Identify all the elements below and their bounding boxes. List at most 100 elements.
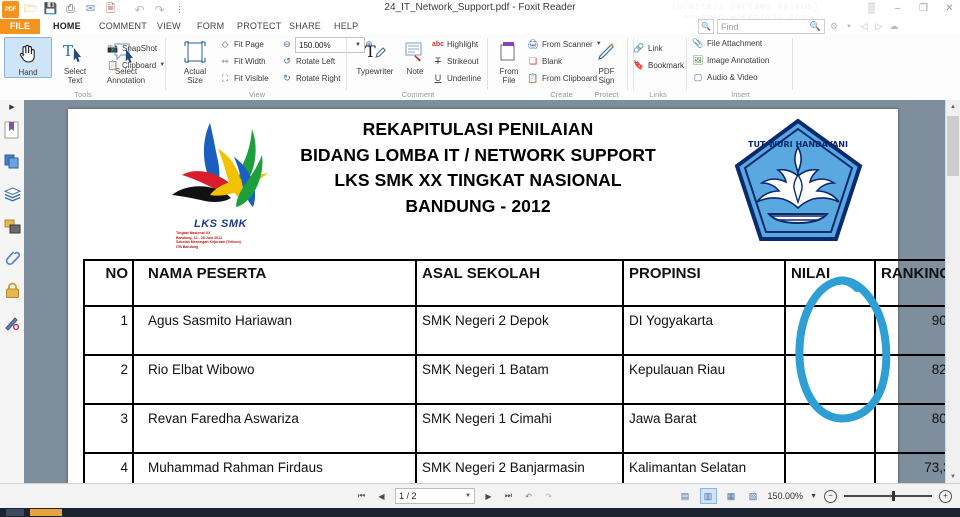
- note-button[interactable]: Note: [398, 37, 432, 76]
- find-next-icon[interactable]: ▷: [873, 20, 885, 33]
- zoom-slider[interactable]: [844, 491, 932, 501]
- highlight-button[interactable]: abc Highlight: [432, 38, 478, 50]
- typewriter-button[interactable]: T Typewriter: [350, 37, 400, 76]
- from-clipboard-icon: 📋: [527, 72, 539, 83]
- pdf-sign-button[interactable]: PDF Sign: [585, 37, 628, 85]
- cell-asal: SMK Negeri 2 Depok: [415, 305, 624, 356]
- os-taskbar: [0, 508, 960, 517]
- cell-nilai: [784, 354, 876, 405]
- document-title: REKAPITULASI PENILAIAN BIDANG LOMBA IT /…: [253, 117, 703, 219]
- cell-nilai: [784, 452, 876, 484]
- fit-page-label: Fit Page: [234, 39, 264, 49]
- hand-icon: [5, 38, 51, 68]
- tab-comment[interactable]: COMMENT: [90, 19, 156, 34]
- fit-visible-button[interactable]: ⛶ Fit Visible: [219, 72, 269, 84]
- find-previous-icon[interactable]: ◁: [858, 20, 870, 33]
- file-attachment-button[interactable]: 📎 File Attachment: [692, 37, 762, 49]
- link-button[interactable]: 🔗 Link: [633, 42, 662, 54]
- snapshot-button[interactable]: 📷 SnapShot: [107, 42, 157, 54]
- cell-no: 3: [83, 403, 134, 454]
- sidebar-item-digital-signature[interactable]: [0, 306, 24, 338]
- select-text-button[interactable]: T Select Text: [52, 37, 98, 85]
- tab-form[interactable]: FORM: [188, 19, 233, 34]
- maximize-icon[interactable]: ❐: [917, 2, 930, 15]
- rekapitulasi-table: NO NAMA PESERTA ASAL SEKOLAH PROPINSI NI…: [83, 259, 946, 484]
- vertical-scroll-thumb[interactable]: [947, 116, 959, 176]
- rotate-right-button[interactable]: ↻ Rotate Right: [281, 72, 340, 84]
- taskbar-foxit-item[interactable]: [30, 509, 62, 516]
- select-text-label-2: Text: [67, 76, 83, 85]
- cell-nama: Agus Sasmito Hariawan: [132, 305, 417, 356]
- vertical-scrollbar[interactable]: ▲ ▼: [945, 100, 960, 484]
- gear-icon[interactable]: ⚙: [828, 20, 840, 33]
- sidebar-item-page-thumbnails[interactable]: [0, 146, 24, 178]
- previous-view-icon[interactable]: ↶: [522, 490, 535, 503]
- sidebar-expand-arrow[interactable]: ▶: [0, 100, 24, 114]
- zoom-out-button[interactable]: −: [824, 489, 837, 503]
- sidebar-item-layers[interactable]: [0, 178, 24, 210]
- scroll-down-arrow-icon[interactable]: ▼: [946, 470, 960, 484]
- sidebar-item-bookmarks[interactable]: [0, 114, 24, 146]
- minimize-icon[interactable]: –: [891, 2, 904, 15]
- from-file-button[interactable]: From File: [492, 37, 526, 85]
- page-thumbnails-icon: [4, 154, 19, 169]
- audio-video-button[interactable]: ▢ Audio & Video: [692, 71, 758, 83]
- zoom-in-button[interactable]: +: [939, 489, 952, 503]
- title-bar: PDF 🗁 💾 ⎙ ✉ 🗎 ↶ ↷ ⋮ 24_IT_Network_Suppor…: [0, 0, 960, 23]
- first-page-icon[interactable]: ⏮: [355, 490, 368, 503]
- bookmark-button[interactable]: 🔖 Bookmark: [633, 59, 684, 71]
- next-view-icon[interactable]: ↷: [542, 490, 555, 503]
- fit-page-button[interactable]: ◇ Fit Page: [219, 38, 264, 50]
- tab-file[interactable]: FILE: [0, 19, 40, 34]
- continuous-facing-mode-icon[interactable]: ▧: [746, 489, 761, 503]
- tab-help[interactable]: HELP: [325, 19, 367, 34]
- cell-nilai: [784, 305, 876, 356]
- chevron-down-icon[interactable]: ▼: [843, 20, 855, 33]
- rotate-left-button[interactable]: ↺ Rotate Left: [281, 55, 335, 67]
- status-bar: ⏮ ◀ 1 / 2 ▼ ▶ ⏭ ↶ ↷ ▤ ▥ ▦ ▧ 150.00% ▼ − …: [0, 483, 960, 508]
- zoom-dropdown-icon[interactable]: ▼: [810, 493, 817, 500]
- image-annotation-button[interactable]: 🖼 Image Annotation: [692, 54, 769, 66]
- sidebar-item-comments[interactable]: [0, 210, 24, 242]
- zoom-slider-knob[interactable]: [892, 491, 895, 501]
- page-dropdown-icon[interactable]: ▼: [465, 493, 471, 499]
- cloud-icon[interactable]: ☁: [888, 20, 900, 33]
- table-row: 3 Revan Faredha Aswariza SMK Negeri 1 Ci…: [83, 403, 946, 454]
- continuous-scroll-mode-icon[interactable]: ▥: [699, 488, 717, 504]
- typewriter-label: Typewriter: [356, 67, 394, 76]
- zoom-out-button[interactable]: ⊖: [281, 38, 293, 50]
- taskbar-start-button[interactable]: [6, 509, 24, 516]
- tab-view[interactable]: VIEW: [148, 19, 190, 34]
- table-row: 1 Agus Sasmito Hariawan SMK Negeri 2 Dep…: [83, 305, 946, 356]
- actual-size-icon: [172, 37, 218, 67]
- fit-width-button[interactable]: ⇿ Fit Width: [219, 55, 265, 67]
- clipboard-button[interactable]: 📋 Clipboard ▼: [107, 59, 165, 71]
- hand-tool-button[interactable]: Hand: [4, 37, 52, 78]
- strikeout-button[interactable]: T Strikeout: [432, 55, 478, 67]
- actual-size-button[interactable]: Actual Size: [172, 37, 218, 85]
- next-page-icon[interactable]: ▶: [482, 490, 495, 503]
- sidebar-item-attachments[interactable]: [0, 242, 24, 274]
- scroll-up-arrow-icon[interactable]: ▲: [946, 100, 960, 114]
- search-input[interactable]: Find 🔍: [717, 19, 825, 34]
- tab-home[interactable]: HOME: [44, 19, 90, 34]
- previous-page-icon[interactable]: ◀: [375, 490, 388, 503]
- select-search-icon[interactable]: 🔍: [698, 19, 714, 34]
- rotate-left-icon: ↺: [283, 55, 291, 66]
- underline-button[interactable]: U Underline: [432, 72, 482, 84]
- blank-button[interactable]: ❏ Blank: [527, 55, 562, 67]
- rotate-right-icon: ↻: [283, 72, 291, 83]
- document-viewport[interactable]: LKS SMK Tingkat Nasional XX Bandung, 12 …: [24, 100, 946, 484]
- restore-grid-icon[interactable]: ▒: [865, 2, 878, 15]
- page-number-input[interactable]: 1 / 2 ▼: [395, 488, 475, 504]
- table-row: 2 Rio Elbat Wibowo SMK Negeri 1 Batam Ke…: [83, 354, 946, 405]
- pdf-sign-label-2: Sign: [598, 76, 615, 85]
- sidebar-item-security[interactable]: [0, 274, 24, 306]
- ribbon-group-view: Actual Size ◇ Fit Page ⇿ Fit Width ⛶ Fit…: [167, 34, 373, 100]
- table-header-no: NO: [83, 259, 134, 307]
- single-page-mode-icon[interactable]: ▤: [678, 489, 693, 503]
- facing-page-mode-icon[interactable]: ▦: [724, 489, 739, 503]
- close-icon[interactable]: ✕: [943, 2, 956, 15]
- tab-share[interactable]: SHARE: [280, 19, 330, 34]
- last-page-icon[interactable]: ⏭: [502, 490, 515, 503]
